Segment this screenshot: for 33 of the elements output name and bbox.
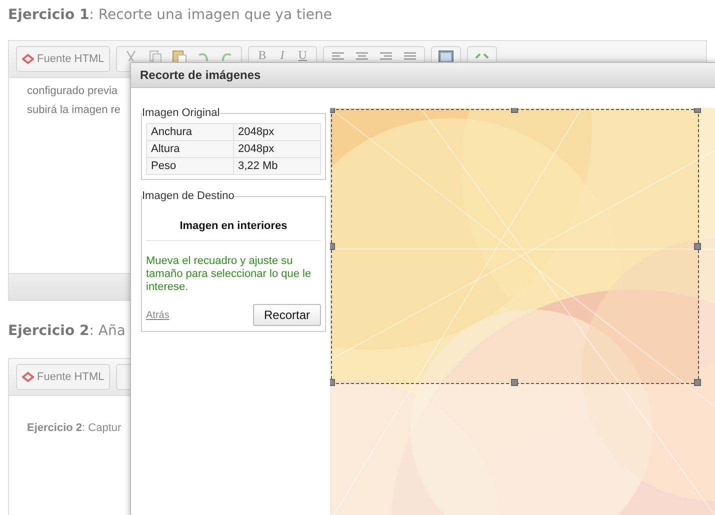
back-link[interactable]: Atrás bbox=[146, 310, 170, 320]
resize-handle[interactable] bbox=[694, 379, 701, 386]
section-heading: Ejercicio 1: Recorte una imagen que ya tiene bbox=[8, 6, 332, 25]
resize-handle[interactable] bbox=[330, 242, 335, 250]
resize-handle[interactable] bbox=[511, 379, 518, 386]
paste-icon[interactable] bbox=[171, 49, 188, 65]
format-button[interactable]: I bbox=[277, 49, 288, 61]
table-cell: Peso bbox=[146, 158, 234, 174]
format-button[interactable]: B bbox=[255, 49, 270, 61]
resize-handle[interactable] bbox=[694, 108, 701, 113]
source-code-icon bbox=[22, 53, 34, 65]
table-cell: Altura bbox=[146, 140, 234, 158]
destination-name: Imagen en interiores bbox=[146, 220, 321, 241]
crop-button[interactable]: Recortar bbox=[252, 304, 321, 326]
destination-panel: Imagen de Destino Imagen en interiores Mueva el recuadro y ajuste su tamaño para seleccionar lo que le interese. Atrás Recortar bbox=[141, 190, 326, 332]
table-cell: Anchura bbox=[146, 124, 234, 140]
editor-text: Ejercicio 2: Captur bbox=[27, 422, 122, 434]
source-code-icon bbox=[22, 371, 34, 383]
format-button[interactable]: U bbox=[295, 49, 310, 61]
dialog-title: Recorte de imágenes bbox=[131, 63, 715, 88]
section-heading: Ejercicio 2: Aña bbox=[8, 322, 126, 341]
original-image-panel: Imagen Original Anchura 2048px Altura 2048px Peso 3,22 Mb bbox=[141, 107, 326, 180]
source-button[interactable]: Fuente HTML bbox=[16, 46, 110, 72]
table-cell: 2048px bbox=[234, 124, 320, 140]
source-button[interactable]: Fuente HTML bbox=[16, 364, 110, 390]
table-cell: 3,22 Mb bbox=[234, 158, 320, 174]
crop-hint: Mueva el recuadro y ajuste su tamaño para seleccionar lo que le interese. bbox=[146, 255, 312, 294]
resize-handle[interactable] bbox=[511, 108, 518, 113]
resize-handle[interactable] bbox=[330, 379, 335, 386]
table-cell: 2048px bbox=[234, 140, 320, 158]
editor-text: configurado previa bbox=[27, 84, 118, 99]
image-icon[interactable] bbox=[438, 49, 454, 65]
editor-text: subirá la imagen re bbox=[27, 103, 121, 118]
